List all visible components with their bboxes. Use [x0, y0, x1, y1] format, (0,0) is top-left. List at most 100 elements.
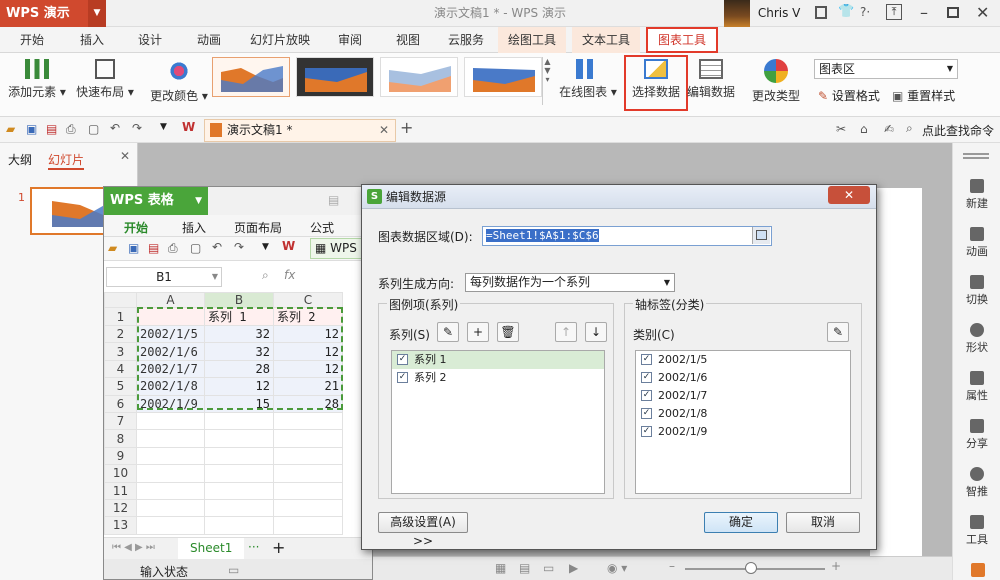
- cell-c[interactable]: [273, 498, 343, 518]
- collapse-ribbon-icon[interactable]: ⤒: [886, 4, 902, 20]
- zoom-icon[interactable]: ⌕: [262, 268, 269, 283]
- column-header-c[interactable]: C: [273, 292, 343, 308]
- select-data-button[interactable]: 选择数据: [628, 59, 684, 100]
- cell-b[interactable]: 28: [204, 359, 274, 379]
- chart-style-1[interactable]: [212, 57, 290, 97]
- cell-b[interactable]: [204, 464, 274, 483]
- row-header[interactable]: 13: [104, 516, 137, 535]
- command-search[interactable]: 点此查找命令: [922, 122, 994, 139]
- cell-b[interactable]: 32: [204, 324, 274, 344]
- checkbox[interactable]: ✓: [641, 408, 652, 419]
- sidebar-item-animation[interactable]: 动画: [953, 227, 1000, 259]
- tab-cloud[interactable]: 云服务: [448, 27, 484, 53]
- checkbox[interactable]: ✓: [397, 372, 408, 383]
- cell-a[interactable]: [136, 481, 205, 500]
- cell-c[interactable]: 12: [273, 324, 343, 344]
- cell-c[interactable]: [273, 411, 343, 431]
- cell-b[interactable]: [204, 516, 274, 535]
- add-element-button[interactable]: 添加元素 ▾: [6, 59, 68, 100]
- sheet-tab-layout[interactable]: 页面布局: [234, 219, 282, 236]
- sidebar-item-new[interactable]: 新建: [953, 179, 1000, 211]
- sidebar-item-shape[interactable]: 形状: [953, 323, 1000, 355]
- row-header[interactable]: 11: [104, 481, 137, 500]
- sheet-tab-formula[interactable]: 公式: [310, 219, 334, 236]
- review-icon[interactable]: ✍: [884, 122, 894, 136]
- sidebar-item-tools[interactable]: 工具: [953, 515, 1000, 547]
- edit-category-button[interactable]: ✎: [827, 322, 849, 342]
- gallery-scroll[interactable]: ▲ ▼ ▾: [542, 57, 552, 105]
- change-color-button[interactable]: 更改颜色 ▾: [148, 59, 210, 104]
- chart-style-3[interactable]: [380, 57, 458, 97]
- advanced-settings-button[interactable]: 高级设置(A) >>: [378, 512, 468, 548]
- search-icon[interactable]: ⌕: [906, 121, 913, 136]
- slide-canvas[interactable]: [870, 188, 922, 568]
- menu-icon[interactable]: [963, 153, 989, 159]
- tab-view[interactable]: 视图: [396, 27, 420, 53]
- online-chart-button[interactable]: 在线图表 ▾: [558, 59, 618, 100]
- cell-b[interactable]: 12: [204, 377, 274, 396]
- category-list[interactable]: ✓ 2002/1/5 ✓ 2002/1/6 ✓ 2002/1/7 ✓ 2002/1/8 ✓ 200…: [635, 350, 851, 494]
- zoom-slider[interactable]: [685, 562, 825, 574]
- redo-icon[interactable]: ↷: [234, 240, 244, 254]
- cell-a[interactable]: [136, 411, 205, 431]
- zoom-out-icon[interactable]: –: [669, 559, 675, 573]
- cell-c[interactable]: 21: [273, 377, 343, 396]
- help-icon[interactable]: ?·: [860, 5, 870, 19]
- row-header[interactable]: 10: [104, 464, 137, 483]
- preview-icon[interactable]: ▢: [88, 122, 99, 136]
- zoom-slider-handle[interactable]: [745, 562, 757, 574]
- data-range-input[interactable]: =Sheet1!$A$1:$C$6: [482, 226, 772, 246]
- row-header[interactable]: 1: [104, 307, 137, 326]
- cell-c[interactable]: [273, 464, 343, 483]
- cell-a[interactable]: [136, 307, 205, 326]
- cell-b[interactable]: 系列 1: [204, 307, 274, 326]
- tab-chart-tools[interactable]: 图表工具: [646, 27, 719, 53]
- open-icon[interactable]: ▰: [108, 241, 117, 255]
- new-tab-icon[interactable]: +: [400, 118, 413, 137]
- sheet-tab-home[interactable]: 开始: [124, 219, 148, 236]
- row-header[interactable]: 9: [104, 446, 137, 466]
- document-tab[interactable]: 演示文稿1 * ✕: [204, 119, 396, 142]
- row-header[interactable]: 7: [104, 411, 137, 431]
- sidebar-item-transition[interactable]: 切换: [953, 275, 1000, 307]
- cell-c[interactable]: [273, 516, 343, 535]
- edit-series-button[interactable]: ✎: [437, 322, 459, 342]
- set-format-button[interactable]: ✎ 设置格式: [818, 87, 880, 104]
- edit-data-button[interactable]: 编辑数据: [686, 59, 736, 100]
- pdf-icon[interactable]: ▤: [46, 122, 57, 136]
- zoom-in-icon[interactable]: +: [831, 559, 841, 573]
- tab-drawing-tools[interactable]: 绘图工具: [498, 27, 567, 53]
- checkbox[interactable]: ✓: [641, 426, 652, 437]
- cell-c[interactable]: 28: [273, 394, 343, 413]
- spreadsheet-doc-tab[interactable]: ▦ WPS: [310, 238, 362, 259]
- cell-b[interactable]: 32: [204, 342, 274, 361]
- name-box[interactable]: B1 ▼: [106, 267, 222, 287]
- tab-slides[interactable]: 幻灯片: [48, 151, 85, 170]
- list-item[interactable]: ✓ 2002/1/5: [636, 351, 850, 369]
- row-header[interactable]: 5: [104, 377, 137, 396]
- cell-a[interactable]: 2002/1/5: [136, 324, 205, 344]
- row-header[interactable]: 6: [104, 394, 137, 413]
- cell-b[interactable]: 15: [204, 394, 274, 413]
- tab-home[interactable]: 开始: [20, 27, 44, 53]
- series-list[interactable]: ✓ 系列 1 ✓ 系列 2: [391, 350, 605, 494]
- cell-a[interactable]: [136, 498, 205, 518]
- row-header[interactable]: 2: [104, 324, 137, 344]
- save-icon[interactable]: ▣: [26, 122, 37, 136]
- chart-style-2[interactable]: [296, 57, 374, 97]
- print-icon[interactable]: ⎙: [66, 122, 76, 137]
- sidebar-item-share[interactable]: 分享: [953, 419, 1000, 451]
- chevron-down-icon[interactable]: ▼: [88, 0, 106, 27]
- cell-b[interactable]: [204, 446, 274, 466]
- slideshow-icon[interactable]: ▶: [569, 561, 578, 575]
- cell-a[interactable]: [136, 464, 205, 483]
- list-item[interactable]: ✓ 系列 2: [392, 369, 604, 387]
- user-name[interactable]: Chris V: [754, 0, 801, 27]
- checkbox[interactable]: ✓: [641, 390, 652, 401]
- cell-a[interactable]: 2002/1/8: [136, 377, 205, 396]
- delete-series-button[interactable]: 🗑: [497, 322, 519, 342]
- add-sheet-icon[interactable]: +: [272, 538, 285, 557]
- column-header-b[interactable]: B: [204, 292, 274, 308]
- series-direction-select[interactable]: 每列数据作为一个系列 ▼: [465, 273, 675, 292]
- close-icon[interactable]: ✕: [976, 3, 989, 22]
